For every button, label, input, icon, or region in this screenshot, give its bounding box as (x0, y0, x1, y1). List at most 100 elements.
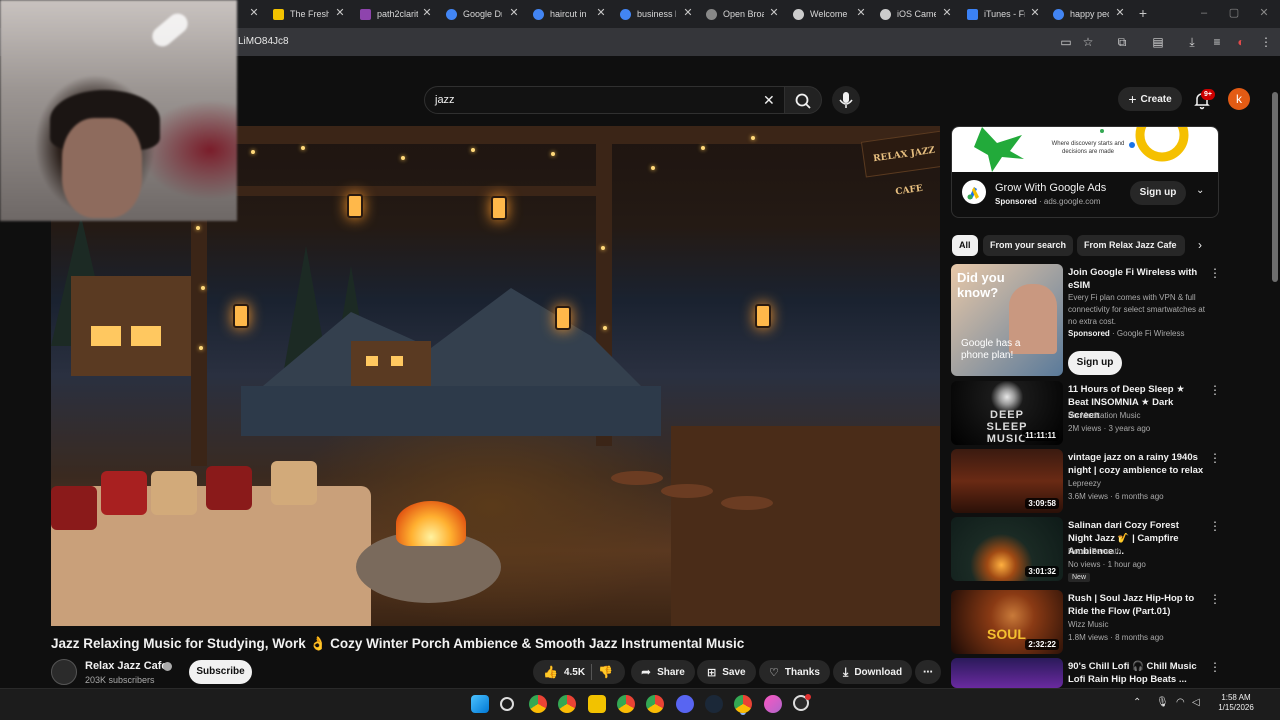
itunes-icon[interactable] (764, 695, 782, 713)
chrome-icon-active[interactable] (734, 695, 752, 713)
extensions-icon[interactable]: ⧉ (1114, 34, 1130, 50)
tab-close-icon[interactable]: ✕ (682, 7, 694, 19)
chrome-icon[interactable] (646, 695, 664, 713)
new-tab-plus-icon[interactable]: + (1137, 6, 1149, 20)
scrollbar-thumb[interactable] (1272, 92, 1278, 282)
list-item[interactable]: 3:09:58 vintage jazz on a rainy 1940s ni… (951, 449, 1221, 513)
ad-banner[interactable]: Where discovery starts and decisions are… (952, 127, 1218, 172)
ad-title[interactable]: Grow With Google Ads (995, 182, 1106, 194)
maximize-icon[interactable]: ▢ (1228, 7, 1240, 19)
list-item[interactable]: DEEP SLEEP MUSIC 11:11:11 11 Hours of De… (951, 381, 1221, 445)
chip-all[interactable]: All (952, 235, 978, 256)
browser-tab-active[interactable]: happy pec (1053, 4, 1109, 24)
video-thumbnail[interactable]: DEEP SLEEP MUSIC 11:11:11 (951, 381, 1063, 445)
chrome-icon[interactable] (617, 695, 635, 713)
thumbs-down-icon[interactable]: 👎 (598, 665, 613, 679)
browser-tab[interactable]: Welcome (793, 4, 849, 24)
subscribe-button[interactable]: Subscribe (189, 660, 252, 684)
channel-name[interactable]: Wizz Music (1068, 619, 1208, 631)
steam-icon[interactable] (705, 695, 723, 713)
search-input[interactable]: jazz (424, 86, 788, 114)
more-vert-icon[interactable]: ⋮ (1209, 592, 1221, 606)
window-close-icon[interactable]: ✕ (1258, 7, 1270, 19)
chip-from-channel[interactable]: From Relax Jazz Cafe (1077, 235, 1185, 256)
create-button[interactable]: + Create (1118, 87, 1182, 111)
voice-search-button[interactable] (832, 86, 860, 114)
minimize-icon[interactable]: – (1198, 7, 1210, 19)
chrome-icon[interactable] (558, 695, 576, 713)
video-thumbnail[interactable]: SOUL 2:32:22 (951, 590, 1063, 654)
more-vert-icon[interactable]: ⋮ (1209, 451, 1221, 465)
more-vert-icon[interactable]: ⋮ (1209, 660, 1219, 674)
video-thumbnail[interactable]: 3:01:32 (951, 517, 1063, 581)
video-title[interactable]: vintage jazz on a rainy 1940s night | co… (1068, 451, 1204, 477)
bookmark-star-icon[interactable]: ☆ (1080, 34, 1096, 50)
channel-name[interactable]: Lepreezy (1068, 478, 1208, 490)
download-icon[interactable]: ⤓ (1184, 34, 1200, 50)
thumbs-up-icon[interactable]: 👍 (543, 665, 558, 679)
profile-extension-icon[interactable]: ◐ (1233, 34, 1249, 50)
more-actions-button[interactable]: ⋯ (915, 660, 941, 684)
browser-tab[interactable]: iOS Camer (880, 4, 936, 24)
search-icon[interactable] (500, 697, 514, 711)
chevron-down-icon[interactable]: ⌄ (1196, 185, 1204, 196)
discord-icon[interactable] (676, 695, 694, 713)
tab-close-icon[interactable]: ✕ (334, 7, 346, 19)
browser-tab[interactable]: Google Dri (446, 4, 502, 24)
chevron-right-icon[interactable]: › (1198, 238, 1202, 252)
video-thumbnail[interactable] (951, 658, 1063, 688)
tab-close-icon[interactable]: ✕ (941, 7, 953, 19)
browser-tab[interactable]: iTunes - Fr (967, 4, 1025, 24)
video-title[interactable]: Rush | Soul Jazz Hip-Hop to Ride the Flo… (1068, 592, 1204, 618)
cast-icon[interactable]: ▭ (1058, 34, 1074, 50)
tab-close-icon[interactable]: ✕ (1114, 7, 1126, 19)
chip-from-your-search[interactable]: From your search (983, 235, 1074, 256)
list-item[interactable]: SOUL 2:32:22 Rush | Soul Jazz Hip-Hop to… (951, 590, 1221, 654)
tab-close-icon[interactable]: ✕ (508, 7, 520, 19)
channel-name[interactable]: Room Beneath (1068, 546, 1208, 558)
video-thumbnail[interactable]: Did you know? Google has a phone plan! (951, 264, 1063, 376)
tab-close-icon[interactable]: ✕ (421, 7, 433, 19)
ad-signup-button[interactable]: Sign up (1130, 181, 1186, 205)
file-explorer-icon[interactable] (588, 695, 606, 713)
tray-overflow-chevron-icon[interactable]: ⌃ (1133, 697, 1141, 708)
video-title[interactable]: 90's Chill Lofi 🎧 Chill Music Lofi Rain … (1068, 660, 1204, 686)
account-avatar[interactable]: k (1228, 88, 1250, 110)
thanks-button[interactable]: ♡ Thanks (759, 660, 830, 684)
url-text[interactable]: LiMO84Jc8 (238, 36, 289, 47)
save-button[interactable]: ⊞ Save (697, 660, 756, 684)
reading-list-icon[interactable]: ≡ (1209, 34, 1225, 50)
wifi-icon[interactable]: ◠ (1176, 697, 1185, 708)
channel-name[interactable]: Relax Jazz Cafe (85, 660, 168, 672)
taskbar-clock[interactable]: 1:58 AM 1/15/2026 (1206, 693, 1266, 713)
channel-name[interactable]: Nu Meditation Music (1068, 410, 1208, 422)
list-item[interactable]: 90's Chill Lofi 🎧 Chill Music Lofi Rain … (951, 658, 1219, 688)
channel-avatar[interactable] (51, 659, 77, 685)
more-vert-icon[interactable]: ⋮ (1209, 519, 1221, 533)
windows-start-icon[interactable] (471, 695, 489, 713)
browser-menu-icon[interactable]: ⋮ (1258, 34, 1274, 50)
microphone-icon[interactable]: 🎙 (1156, 697, 1169, 708)
browser-tab[interactable]: Open Broa (706, 4, 764, 24)
chrome-icon[interactable] (529, 695, 547, 713)
search-button[interactable] (784, 86, 822, 114)
tab-close-icon[interactable]: ✕ (248, 7, 260, 19)
tab-close-icon[interactable]: ✕ (1029, 7, 1041, 19)
tab-close-icon[interactable]: ✕ (855, 7, 867, 19)
download-button[interactable]: ⤓ Download (833, 660, 913, 684)
ad-card[interactable]: Where discovery starts and decisions are… (951, 126, 1219, 218)
more-vert-icon[interactable]: ⋮ (1209, 383, 1221, 397)
browser-tab[interactable]: business b (620, 4, 676, 24)
share-button[interactable]: ➦ Share (631, 660, 695, 684)
video-title[interactable]: Join Google Fi Wireless with eSIM (1068, 266, 1204, 292)
list-item[interactable]: 3:01:32 Salinan dari Cozy Forest Night J… (951, 517, 1221, 582)
browser-tab[interactable]: path2clarit (360, 4, 418, 24)
clear-search-icon[interactable]: ✕ (763, 92, 775, 109)
video-thumbnail[interactable]: 3:09:58 (951, 449, 1063, 513)
more-vert-icon[interactable]: ⋮ (1209, 266, 1221, 280)
browser-tab[interactable]: The Fresh (273, 4, 329, 24)
tab-close-icon[interactable]: ✕ (595, 7, 607, 19)
list-item-sponsored[interactable]: Did you know? Google has a phone plan! J… (951, 264, 1221, 376)
tab-close-icon[interactable]: ✕ (768, 7, 780, 19)
like-dislike-group[interactable]: 👍 4.5K 👎 (533, 660, 625, 684)
